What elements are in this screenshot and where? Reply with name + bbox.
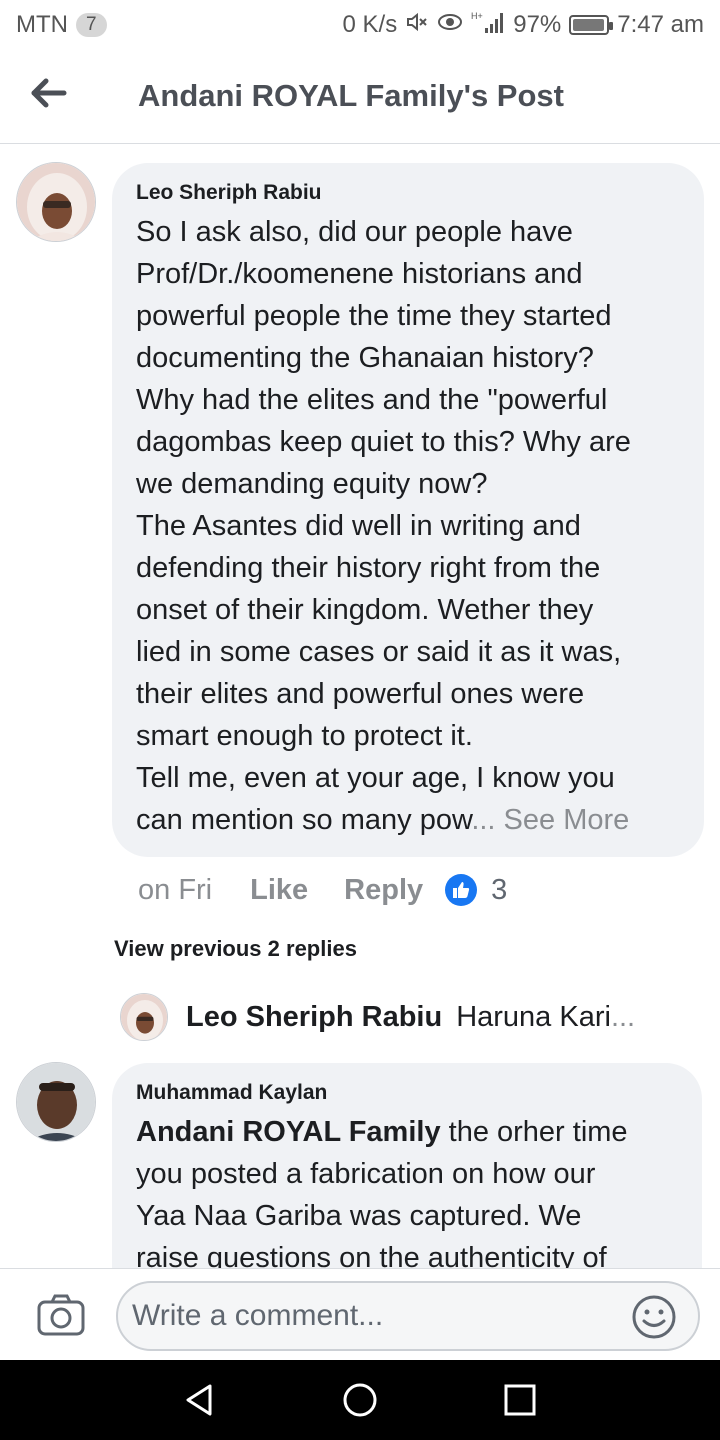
- comment-actions: on Fri Like Reply 3: [138, 870, 507, 910]
- comment-input-placeholder: Write a comment...: [132, 1299, 384, 1332]
- reply-author: Leo Sheriph Rabiu: [186, 1000, 443, 1033]
- reply-text: Haruna Kari...: [456, 1001, 635, 1034]
- view-previous-replies-link[interactable]: View previous 2 replies: [114, 936, 357, 962]
- thumbs-up-icon[interactable]: [445, 874, 478, 906]
- avatar: [120, 993, 168, 1041]
- emoji-icon[interactable]: [630, 1293, 678, 1341]
- notification-badge: 7: [75, 13, 107, 37]
- comment-bubble: Leo Sheriph Rabiu So I ask also, did our…: [112, 163, 704, 857]
- comment-text: Andani ROYAL Family the orher time you p…: [136, 1111, 678, 1279]
- avatar[interactable]: [16, 162, 96, 242]
- comment-composer: Write a comment...: [0, 1268, 720, 1360]
- nav-home-icon[interactable]: [340, 1380, 380, 1420]
- avatar[interactable]: [16, 1062, 96, 1142]
- page-header: Andani ROYAL Family's Post: [0, 50, 720, 144]
- nav-recents-icon[interactable]: [500, 1380, 540, 1420]
- signal-type-label: H+: [471, 11, 483, 21]
- battery-level: [573, 19, 605, 31]
- reply-body: Haruna Kari: [456, 1000, 611, 1033]
- back-arrow-icon[interactable]: [28, 76, 68, 110]
- reply-preview[interactable]: Leo Sheriph Rabiu Haruna Kari...: [120, 990, 635, 1044]
- clock: 7:47 am: [617, 11, 704, 38]
- network-speed: 0 K/s: [342, 11, 398, 38]
- comment-body: So I ask also, did our people have Prof/…: [136, 216, 631, 836]
- reply-ellipsis: ...: [610, 1000, 636, 1033]
- comment-author[interactable]: Muhammad Kaylan: [136, 1081, 678, 1105]
- like-button[interactable]: Like: [250, 874, 308, 907]
- eye-icon: [437, 12, 463, 38]
- see-more-link[interactable]: See More: [495, 804, 630, 836]
- page-title: Andani ROYAL Family's Post: [138, 78, 564, 113]
- comment-author[interactable]: Leo Sheriph Rabiu: [136, 181, 680, 205]
- camera-icon[interactable]: [36, 1293, 86, 1337]
- comment-ellipsis: ...: [471, 804, 496, 836]
- mute-icon: [405, 10, 429, 40]
- battery-icon: [569, 15, 614, 35]
- status-bar: MTN 7 0 K/s H+ 97% 7:47 am: [0, 0, 720, 50]
- nav-back-icon[interactable]: [180, 1380, 220, 1420]
- battery-percent: 97%: [513, 11, 562, 38]
- like-count[interactable]: 3: [491, 874, 507, 907]
- mention-link[interactable]: Andani ROYAL Family: [136, 1116, 441, 1148]
- comment-text: So I ask also, did our people have Prof/…: [136, 211, 680, 841]
- carrier-label: MTN: [16, 11, 68, 38]
- reply-button[interactable]: Reply: [344, 874, 423, 907]
- system-nav-bar: [0, 1360, 720, 1440]
- comment-input[interactable]: Write a comment...: [116, 1281, 700, 1351]
- comment-timestamp: on Fri: [138, 873, 213, 906]
- signal-icon: H+: [471, 10, 505, 40]
